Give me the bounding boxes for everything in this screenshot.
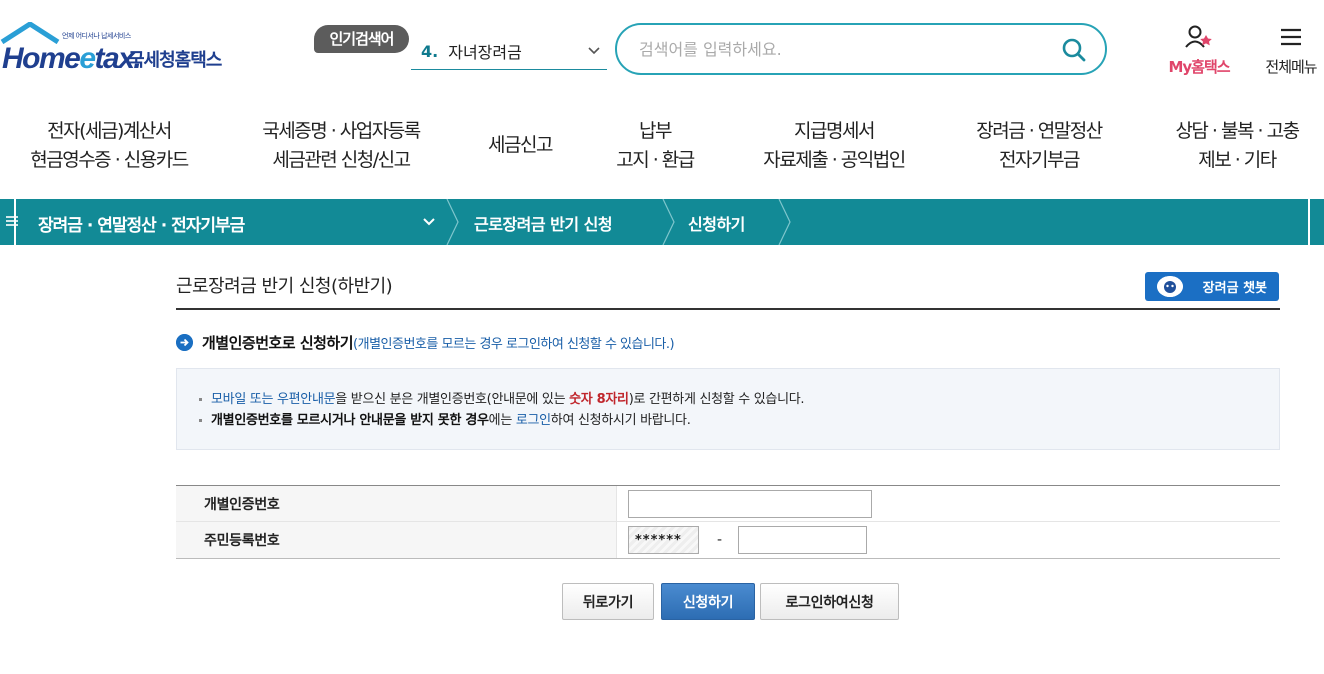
hometax-logo[interactable]: 언제 어디서나 납세서비스 Homeetax. 국세청홈택스: [0, 22, 245, 75]
breadcrumb-level3[interactable]: 신청하기: [688, 211, 745, 235]
rrn-cell: ****** -: [617, 522, 1280, 558]
user-icon: [1185, 25, 1212, 48]
chevron-down-icon: [588, 47, 600, 55]
title-divider: [176, 308, 1280, 310]
location-divider: [1308, 199, 1310, 245]
back-button[interactable]: 뒤로가기: [562, 583, 654, 620]
subtitle-strong: 개별인증번호로 신청하기: [202, 334, 354, 352]
gnb-item-line: 전자기부금: [999, 149, 1080, 171]
info-text-bold: 개별인증번호를 모르시거나 안내문을 받지 못한 경우: [211, 413, 489, 428]
location-divider: [14, 199, 16, 245]
search-box: [615, 23, 1107, 75]
gnb-item-tax-report[interactable]: 세금신고: [470, 131, 570, 160]
search-input[interactable]: [639, 39, 1049, 59]
location-bar: 장려금 · 연말정산 · 전자기부금 근로장려금 반기 신청 신청하기: [0, 199, 1324, 245]
logo-word-e: e: [79, 42, 96, 75]
auth-number-label: 개별인증번호: [176, 486, 617, 521]
arrow-circle-icon: [176, 334, 193, 351]
breadcrumb-separator-icon: [662, 199, 675, 245]
info-text: 을 받으신 분은 개별인증번호(안내문에 있는: [335, 392, 570, 407]
popular-search-select[interactable]: 4. 자녀장려금: [411, 33, 607, 70]
gnb-item-line: 장려금 · 연말정산: [976, 120, 1103, 142]
gnb-item-line: 전자(세금)계산서: [47, 120, 172, 142]
breadcrumb-separator-icon: [778, 199, 791, 245]
login-apply-button[interactable]: 로그인하여신청: [760, 583, 899, 620]
info-text: )로 간편하게 신청할 수 있습니다.: [628, 392, 805, 407]
gnb-item-line: 자료제출 · 공익법인: [763, 149, 906, 171]
global-nav: 전자(세금)계산서 현금영수증 · 신용카드 국세증명 · 사업자등록 세금관련…: [0, 117, 1324, 177]
login-link[interactable]: 로그인: [516, 413, 551, 428]
my-hometax-link[interactable]: My홈택스: [1157, 24, 1241, 77]
gnb-item-einvoice[interactable]: 전자(세금)계산서 현금영수증 · 신용카드: [18, 117, 200, 175]
auth-form-table: 개별인증번호 주민등록번호 ****** -: [176, 485, 1280, 559]
chevron-down-icon[interactable]: [422, 215, 436, 229]
chatbot-label: 장려금 챗봇: [1202, 281, 1267, 296]
gnb-item-certificate[interactable]: 국세증명 · 사업자등록 세금관련 신청/신고: [248, 117, 434, 175]
chatbot-icon: [1157, 276, 1183, 297]
gnb-item-line: 현금영수증 · 신용카드: [30, 149, 189, 171]
info-line-2: 개별인증번호를 모르시거나 안내문을 받지 못한 경우에는 로그인하여 신청하시…: [199, 410, 1279, 431]
logo-word-home: Home: [2, 42, 81, 75]
info-line-1: 모바일 또는 우편안내문을 받으신 분은 개별인증번호(안내문에 있는 숫자 8…: [199, 389, 1279, 410]
gnb-item-incentive[interactable]: 장려금 · 연말정산 전자기부금: [960, 117, 1118, 175]
info-box: 모바일 또는 우편안내문을 받으신 분은 개별인증번호(안내문에 있는 숫자 8…: [176, 368, 1280, 450]
info-text: 하여 신청하시기 바랍니다.: [550, 413, 691, 428]
auth-number-cell: [617, 486, 1280, 521]
menu-lines-icon[interactable]: [6, 214, 18, 228]
popular-rank: 4.: [421, 41, 439, 61]
gnb-item-statement[interactable]: 지급명세서 자료제출 · 공익법인: [748, 117, 920, 175]
logo-wordmark: Homeetax.: [2, 42, 142, 76]
gnb-item-line: 세금신고: [488, 134, 553, 156]
info-text-highlight: 모바일 또는 우편안내문: [211, 392, 336, 407]
logo-tagline: 언제 어디서나 납세서비스: [62, 32, 131, 40]
table-row: 주민등록번호 ****** -: [176, 522, 1280, 558]
breadcrumb-level1[interactable]: 장려금 · 연말정산 · 전자기부금: [38, 211, 245, 236]
all-menu-button[interactable]: 전체메뉴: [1256, 24, 1324, 77]
gnb-item-line: 지급명세서: [794, 120, 875, 142]
logo-korean: 국세청홈택스: [128, 50, 222, 71]
gnb-item-line: 제보 · 기타: [1198, 149, 1277, 171]
apply-button[interactable]: 신청하기: [661, 583, 755, 620]
breadcrumb-level2[interactable]: 근로장려금 반기 신청: [474, 211, 613, 235]
popular-keyword: 자녀장려금: [448, 43, 522, 62]
table-row: 개별인증번호: [176, 486, 1280, 522]
popular-search-badge: 인기검색어: [314, 25, 409, 53]
gnb-item-line: 납부: [639, 120, 672, 142]
auth-number-input[interactable]: [628, 489, 872, 518]
rrn-dash: -: [717, 532, 723, 548]
page-title: 근로장려금 반기 신청(하반기): [176, 276, 393, 297]
gnb-item-line: 상담 · 불복 · 고충: [1175, 120, 1300, 142]
info-text-emphasis: 숫자 8자리: [569, 392, 629, 407]
rrn-back-input[interactable]: [738, 526, 868, 554]
my-hometax-label: My홈택스: [1168, 58, 1230, 76]
gnb-item-consult[interactable]: 상담 · 불복 · 고충 제보 · 기타: [1158, 117, 1316, 175]
info-text: 에는: [488, 413, 516, 428]
breadcrumb-separator-icon: [446, 199, 459, 245]
rrn-front-masked: ******: [628, 526, 699, 554]
gnb-item-line: 국세증명 · 사업자등록: [262, 120, 421, 142]
gnb-item-line: 고지 · 환급: [616, 149, 695, 171]
all-menu-label: 전체메뉴: [1265, 58, 1317, 76]
chatbot-button[interactable]: 장려금 챗봇: [1145, 272, 1279, 301]
rrn-label: 주민등록번호: [176, 522, 617, 558]
subtitle-note: (개별인증번호를 모르는 경우 로그인하여 신청할 수 있습니다.): [353, 337, 675, 352]
gnb-item-payment[interactable]: 납부 고지 · 환급: [600, 117, 710, 175]
search-icon[interactable]: [1061, 37, 1087, 63]
button-group: 뒤로가기 신청하기 로그인하여신청: [0, 583, 1324, 620]
roof-logo-icon: [0, 22, 60, 44]
section-subtitle: 개별인증번호로 신청하기 (개별인증번호를 모르는 경우 로그인하여 신청할 수…: [176, 332, 675, 353]
gnb-item-line: 세금관련 신청/신고: [272, 149, 411, 171]
hamburger-icon: [1281, 28, 1301, 46]
